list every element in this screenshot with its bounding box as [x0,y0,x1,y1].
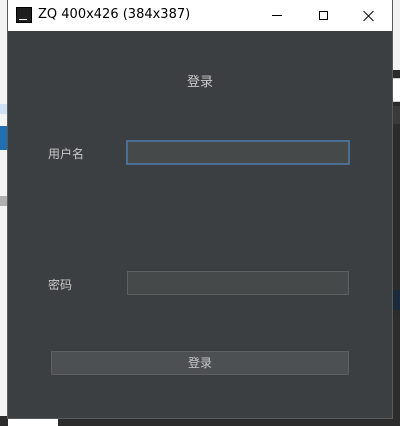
maximize-button[interactable] [300,0,346,31]
background-app-left [0,0,8,426]
background-strip [392,290,400,310]
close-icon [363,10,375,22]
minimize-icon [272,15,282,16]
background-strip [392,0,400,70]
login-form: 登录 用户名 密码 登录 [8,31,392,418]
login-button[interactable]: 登录 [51,351,349,375]
window-title: ZQ 400x426 (384x387) [38,7,191,22]
background-strip [392,106,400,124]
form-heading: 登录 [186,75,213,90]
maximize-icon [318,11,328,20]
background-app-right [392,0,400,426]
background-strip [0,126,8,150]
app-icon [16,7,32,23]
background-strip [0,196,8,206]
login-window: ZQ 400x426 (384x387) 登录 用户名 密码 登录 [8,0,392,418]
close-button[interactable] [346,0,392,31]
title-bar[interactable]: ZQ 400x426 (384x387) [8,0,392,31]
background-strip [392,78,400,102]
username-input[interactable] [126,140,350,165]
password-input[interactable] [127,271,349,295]
minimize-button[interactable] [254,0,300,31]
background-strip [0,104,8,114]
password-label: 密码 [48,278,73,292]
background-strip [392,315,400,426]
username-label: 用户名 [48,147,85,161]
